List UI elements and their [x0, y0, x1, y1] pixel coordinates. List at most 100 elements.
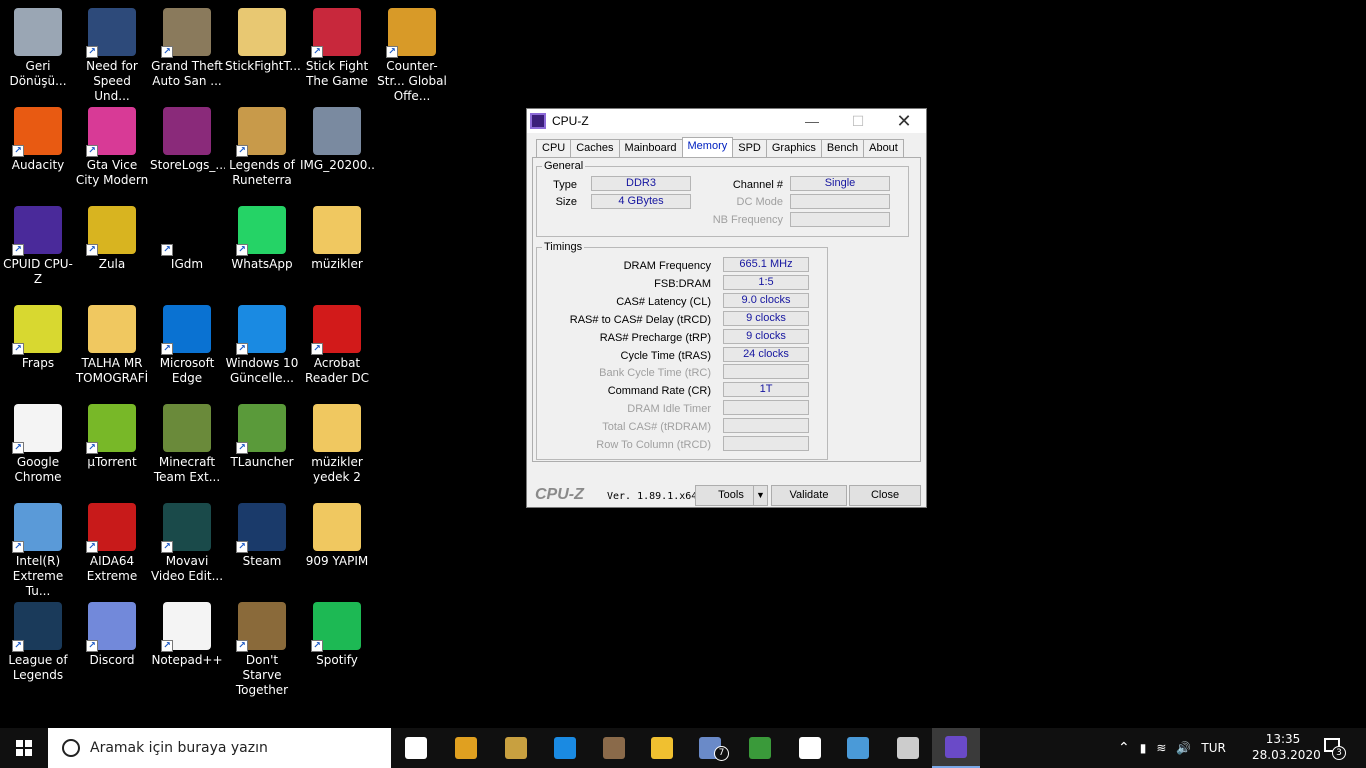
- desktop-icon[interactable]: Geri Dönüşü...: [0, 0, 76, 96]
- taskbar-app-button[interactable]: [638, 728, 686, 768]
- tab-spd[interactable]: SPD: [732, 139, 767, 157]
- battery-icon[interactable]: ▮: [1140, 741, 1147, 755]
- tools-dropdown-button[interactable]: ▼: [753, 485, 768, 506]
- desktop-icon[interactable]: ↗ Audacity: [0, 99, 76, 195]
- timing-label: RAS# to CAS# Delay (tRCD): [569, 313, 711, 326]
- desktop-icon-label: Need for Speed Und...: [86, 59, 138, 103]
- desktop-icon[interactable]: ↗ Movavi Video Edit...: [149, 495, 225, 591]
- desktop-icon[interactable]: müzikler: [299, 198, 375, 294]
- desktop-icon[interactable]: StoreLogs_...: [149, 99, 225, 195]
- desktop-icon[interactable]: Minecraft Team Ext...: [149, 396, 225, 492]
- desktop-icon[interactable]: ↗ Fraps: [0, 297, 76, 393]
- taskbar-app-button[interactable]: 7: [686, 728, 734, 768]
- desktop-icon[interactable]: StickFightT...: [224, 0, 300, 96]
- desktop-icon[interactable]: ↗ Notepad++: [149, 594, 225, 690]
- desktop-icon[interactable]: ↗ Intel(R) Extreme Tu...: [0, 495, 76, 598]
- desktop-icon[interactable]: ↗ League of Legends: [0, 594, 76, 690]
- taskbar-app-button[interactable]: [492, 728, 540, 768]
- tab-cpu[interactable]: CPU: [536, 139, 572, 157]
- cpuz-logo: CPU-Z: [535, 486, 584, 503]
- taskbar-app-button[interactable]: [834, 728, 882, 768]
- desktop-icon-label: Intel(R) Extreme Tu...: [12, 554, 64, 598]
- shortcut-arrow-icon: ↗: [86, 244, 98, 256]
- validate-button[interactable]: Validate: [771, 485, 847, 506]
- timing-value: [723, 400, 809, 416]
- language-indicator[interactable]: TUR: [1201, 741, 1225, 755]
- igdm-icon: ↗: [161, 206, 211, 256]
- desktop-icon[interactable]: ↗ Don't Starve Together: [224, 594, 300, 697]
- desktop-icon[interactable]: müzikler yedek 2: [299, 396, 375, 492]
- desktop-icon[interactable]: ↗ CPUID CPU-Z: [0, 198, 76, 294]
- search-icon: [62, 739, 80, 757]
- desktop-icon-label: Acrobat Reader DC: [305, 356, 369, 385]
- taskbar-app-button[interactable]: [392, 728, 440, 768]
- desktop-icon[interactable]: ↗ Steam: [224, 495, 300, 591]
- desktop-icon[interactable]: 909 YAPIM: [299, 495, 375, 591]
- taskbar-app-button[interactable]: [736, 728, 784, 768]
- tab-memory[interactable]: Memory: [681, 137, 734, 157]
- security-shield-icon: [799, 737, 821, 759]
- taskbar-app-button[interactable]: [442, 728, 490, 768]
- timing-value: [723, 364, 809, 380]
- desktop-icon[interactable]: ↗ AIDA64 Extreme: [74, 495, 150, 591]
- title-bar[interactable]: CPU-Z — ☐ ✕: [527, 109, 926, 133]
- image-file-icon: [313, 107, 361, 155]
- notifications-button[interactable]: 3: [1320, 736, 1346, 762]
- desktop-icon[interactable]: ↗ Need for Speed Und...: [74, 0, 150, 103]
- vicecity-icon: ↗: [86, 107, 136, 157]
- desktop-icon[interactable]: ↗ TLauncher: [224, 396, 300, 492]
- desktop-icon[interactable]: ↗ Zula: [74, 198, 150, 294]
- size-label: Size: [555, 196, 577, 208]
- start-button[interactable]: [0, 728, 48, 768]
- tab-bench[interactable]: Bench: [820, 139, 865, 157]
- minimize-button[interactable]: —: [789, 109, 835, 133]
- desktop-icon[interactable]: ↗ Spotify: [299, 594, 375, 690]
- desktop-icon[interactable]: TALHA MR TOMOGRAFİ: [74, 297, 150, 393]
- clock[interactable]: 13:35 28.03.2020: [1252, 731, 1321, 763]
- maximize-button[interactable]: ☐: [835, 109, 881, 133]
- desktop-icon[interactable]: ↗ Legends of Runeterra: [224, 99, 300, 195]
- desktop-icon[interactable]: ↗ Gta Vice City Modern: [74, 99, 150, 195]
- taskbar-app-button[interactable]: [541, 728, 589, 768]
- tab-caches[interactable]: Caches: [570, 139, 620, 157]
- cpuz-window[interactable]: CPU-Z — ☐ ✕ CPU Caches Mainboard Memory SPD G…: [526, 108, 927, 508]
- shortcut-arrow-icon: ↗: [161, 541, 173, 553]
- taskbar-app-button[interactable]: [932, 728, 980, 768]
- close-window-button[interactable]: ✕: [881, 109, 927, 133]
- nbfreq-value: [790, 212, 890, 227]
- shortcut-arrow-icon: ↗: [161, 343, 173, 355]
- desktop-icon-label: Don't Starve Together: [235, 653, 289, 697]
- volume-icon[interactable]: 🔊: [1176, 741, 1191, 755]
- search-box[interactable]: Aramak için buraya yazın: [48, 728, 391, 768]
- tab-mainboard[interactable]: Mainboard: [618, 139, 683, 157]
- taskbar-app-button[interactable]: [590, 728, 638, 768]
- desktop-icon-label: Minecraft Team Ext...: [153, 455, 221, 484]
- timing-label: DRAM Idle Timer: [627, 403, 711, 416]
- desktop-icon[interactable]: ↗ Discord: [74, 594, 150, 690]
- close-button[interactable]: Close: [849, 485, 921, 506]
- desktop-icon[interactable]: ↗ Windows 10 Güncelle...: [224, 297, 300, 393]
- desktop-icon[interactable]: ↗ Google Chrome: [0, 396, 76, 492]
- desktop-icon[interactable]: ↗ Acrobat Reader DC: [299, 297, 375, 393]
- desktop-icon[interactable]: ↗ IGdm: [149, 198, 225, 294]
- gta-icon: ↗: [161, 8, 211, 58]
- desktop-icon[interactable]: IMG_20200...: [299, 99, 375, 195]
- desktop-icon[interactable]: ↗ Microsoft Edge: [149, 297, 225, 393]
- taskbar-app-button[interactable]: [884, 728, 932, 768]
- tab-about[interactable]: About: [863, 139, 904, 157]
- desktop-icon-label: Grand Theft Auto San ...: [151, 59, 223, 88]
- system-tray: ⌃ ▮ ≋ 🔊 TUR: [1118, 728, 1240, 768]
- shortcut-arrow-icon: ↗: [86, 442, 98, 454]
- desktop-icon[interactable]: ↗ µTorrent: [74, 396, 150, 492]
- desktop-icon[interactable]: ↗ WhatsApp: [224, 198, 300, 294]
- tab-graphics[interactable]: Graphics: [765, 139, 822, 157]
- whatsapp-icon: ↗: [236, 206, 286, 256]
- music-folder-icon: [313, 206, 361, 254]
- desktop-icon[interactable]: ↗ Counter-Str... Global Offe...: [374, 0, 450, 103]
- chevron-up-icon[interactable]: ⌃: [1118, 740, 1130, 756]
- wifi-icon[interactable]: ≋: [1156, 741, 1166, 755]
- desktop-icon[interactable]: ↗ Stick Fight The Game: [299, 0, 375, 96]
- desktop-icon[interactable]: ↗ Grand Theft Auto San ...: [149, 0, 225, 96]
- taskbar-app-button[interactable]: [786, 728, 834, 768]
- shortcut-arrow-icon: ↗: [12, 640, 24, 652]
